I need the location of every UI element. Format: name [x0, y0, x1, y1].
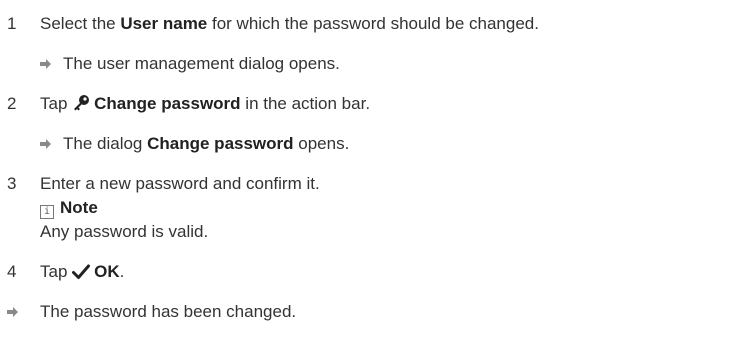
step-number: 2 — [7, 94, 17, 113]
result-text-pre: The dialog — [63, 134, 148, 153]
ui-term-user-name: User name — [120, 14, 208, 33]
key-icon — [74, 95, 90, 111]
ui-term-change-password: Change password — [94, 94, 241, 113]
result-text-post: opens. — [293, 134, 350, 153]
ui-term-ok: OK — [94, 262, 120, 281]
step-text: Enter a new password and confirm it. — [40, 174, 320, 193]
step-number: 1 — [7, 14, 17, 33]
note-text: Any password is valid. — [40, 222, 209, 241]
ui-term-change-password-dialog: Change password — [147, 134, 294, 153]
step-text-post: in the action bar. — [240, 94, 371, 113]
step-text: Select the User name for which the passw… — [40, 13, 539, 35]
result-text: The user management dialog opens. — [63, 54, 340, 73]
result-arrow-icon — [40, 139, 51, 149]
step-text-post: for which the password should be changed… — [207, 14, 539, 33]
step-text-post: . — [119, 262, 125, 281]
info-icon: i — [40, 205, 54, 219]
note-heading-content: i Note — [40, 197, 98, 219]
step-text: Tap Change password in the action bar. — [40, 93, 370, 115]
instruction-document: 1 Select the User name for which the pas… — [0, 0, 738, 340]
step-number: 3 — [7, 174, 17, 193]
step-text: Tap OK. — [40, 261, 124, 283]
checkmark-icon — [72, 264, 91, 279]
final-result-text: The password has been changed. — [40, 302, 297, 321]
step-text-pre: Tap — [40, 94, 73, 113]
result-text: The dialog Change password opens. — [63, 133, 349, 155]
result-arrow-icon — [40, 59, 51, 69]
step-text-pre: Select the — [40, 14, 121, 33]
step-number: 4 — [7, 262, 17, 281]
result-arrow-icon — [7, 307, 18, 317]
step-text-pre: Tap — [40, 262, 73, 281]
note-label: Note — [60, 198, 98, 217]
